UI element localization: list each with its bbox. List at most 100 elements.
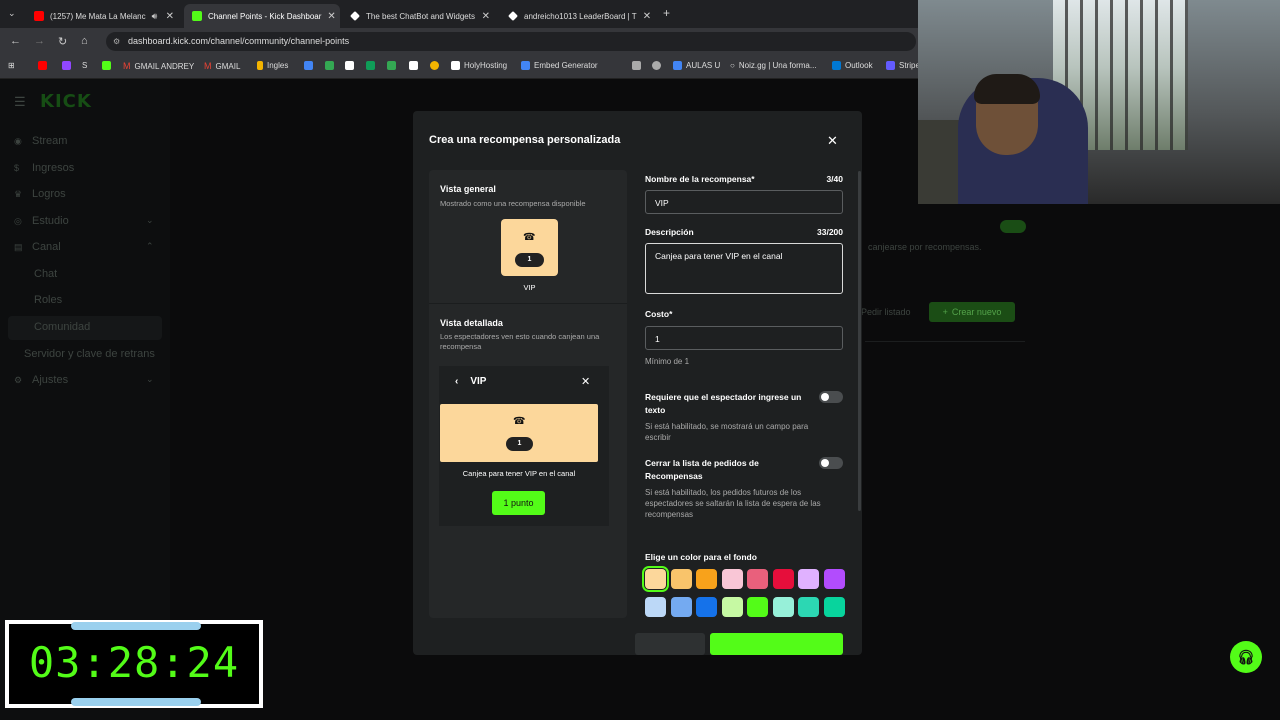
color-swatch[interactable] [696,569,717,589]
bookmark-label: Noiz.gg | Una forma... [738,61,817,70]
outlook-icon [832,61,841,70]
address-bar-row: ← → ↻ ⌂ ⚙ dashboard.kick.com/channel/com… [0,28,918,55]
bookmark-item[interactable] [409,61,418,70]
tab-kick-dashboard[interactable]: Channel Points - Kick Dashboar ✕ [184,4,340,28]
bookmark-item[interactable] [652,61,661,70]
sidebar-item-canal[interactable]: ▤ Canal [14,241,61,253]
close-tab-icon[interactable]: ✕ [482,11,490,22]
background-text: canjearse por recompensas. [868,242,982,252]
tab-leaderboard[interactable]: andreicho1013 LeaderBoard | T ✕ [500,4,656,28]
cancel-button[interactable] [635,633,705,655]
bookmark-stripe[interactable]: Stripe [886,61,920,70]
sidebar-item-servidor[interactable]: Servidor y clave de retrans [24,348,155,360]
menu-icon[interactable]: ☰ [14,94,26,110]
bookmark-item[interactable] [632,61,641,70]
color-swatch[interactable] [772,569,794,589]
description-textarea[interactable]: Canjea para tener VIP en el canal [645,243,843,294]
color-swatch[interactable] [670,569,692,589]
holyhosting-icon [451,61,460,70]
name-char-count: 3/40 [826,174,843,184]
webcam-overlay [918,0,1280,204]
require-text-toggle[interactable] [819,391,843,403]
bookmark-ingles[interactable]: Ingles [257,61,288,70]
sidebar-item-stream[interactable]: ◉ Stream [14,135,67,147]
home-icon[interactable]: ⌂ [81,35,88,47]
tab-youtube[interactable]: (1257) Me Mata La Melanc 🔊︎ ✕ [26,4,182,28]
bookmark-item[interactable] [62,61,71,70]
bookmark-aulas-u[interactable]: AULAS U [673,61,720,70]
color-swatch[interactable] [696,597,717,617]
reward-preview-panel: Vista general Mostrado como una recompen… [429,170,627,618]
bookmark-gmail-andrey[interactable]: M GMAIL ANDREY [123,61,194,71]
sidebar-item-estudio[interactable]: ◎ Estudio [14,215,69,227]
sidebar-item-roles[interactable]: Roles [34,294,62,306]
bookmark-item[interactable] [430,61,439,70]
color-swatch[interactable] [798,597,819,617]
bookmark-item[interactable] [325,61,334,70]
bookmark-label: GMAIL [215,61,241,71]
bookmark-embed-generator[interactable]: Embed Generator [521,61,598,70]
support-chat-button[interactable]: 🎧︎ [1230,641,1262,673]
tab-botrix[interactable]: The best ChatBot and Widgets ✕ [342,4,498,28]
scrollbar[interactable] [858,171,861,511]
kick-logo[interactable]: KICK [40,91,92,112]
speaker-icon[interactable]: 🔊︎ [152,11,158,22]
bookmark-item[interactable] [304,61,313,70]
bookmark-outlook[interactable]: Outlook [832,61,873,70]
bookmark-item[interactable] [102,61,111,70]
sidebar-item-chat[interactable]: Chat [34,268,57,280]
url-input[interactable]: ⚙ dashboard.kick.com/channel/community/c… [106,32,916,51]
forward-icon[interactable]: → [34,35,45,47]
reward-form: Nombre de la recompensa* 3/40 VIP Descri… [642,170,848,650]
chevron-up-icon[interactable]: ⌃ [146,241,154,252]
tab-search-icon[interactable]: ⌄ [8,8,16,19]
save-button[interactable] [710,633,843,655]
close-icon[interactable]: ✕ [827,133,838,149]
color-swatch[interactable] [772,597,794,617]
bookmark-item[interactable] [345,61,354,70]
close-tab-icon[interactable]: ✕ [643,11,651,22]
color-swatch[interactable] [747,569,768,589]
cost-input[interactable]: 1 [645,326,843,350]
color-swatch[interactable] [645,597,666,617]
bookmark-icon [325,61,334,70]
bookmark-icon [430,61,439,70]
bookmark-noiz[interactable]: ○ Noiz.gg | Una forma... [730,61,817,70]
close-tab-icon[interactable]: ✕ [166,11,174,22]
cost-badge: 1 [515,253,544,267]
bookmark-item[interactable]: S [82,61,87,70]
close-tab-icon[interactable]: ✕ [327,11,335,22]
bookmark-item[interactable] [366,61,375,70]
color-swatch[interactable] [823,569,845,589]
bookmark-icon [673,61,682,70]
sidebar-item-logros[interactable]: ♛ Logros [14,188,66,200]
description-label: Descripción [645,227,694,237]
color-swatch[interactable] [670,597,692,617]
reward-card-detail: ☎ 1 [440,404,598,462]
reload-icon[interactable]: ↻ [58,35,67,48]
sidebar-item-ajustes[interactable]: ⚙ Ajustes [14,374,68,386]
sidebar-item-ingresos[interactable]: $ Ingresos [14,162,74,174]
site-info-icon[interactable]: ⚙ [113,32,120,51]
color-swatch[interactable] [798,569,819,589]
reward-name-input[interactable]: VIP [645,190,843,214]
bookmark-gmail[interactable]: M GMAIL [204,61,240,71]
youtube-icon [38,61,47,70]
color-swatch[interactable] [721,597,743,617]
bookmark-item[interactable] [38,61,47,70]
bookmark-item[interactable] [387,61,396,70]
bookmark-label: Stripe [899,61,920,70]
color-swatch[interactable] [642,566,669,592]
drive-icon [366,61,375,70]
close-queue-toggle[interactable] [819,457,843,469]
color-swatch[interactable] [721,569,743,589]
new-tab-icon[interactable]: + [663,6,670,20]
chevron-down-icon[interactable]: ⌄ [146,374,154,385]
sidebar-item-comunidad[interactable]: Comunidad [34,321,90,333]
apps-icon[interactable]: ⊞ [8,61,15,70]
bookmark-holyhosting[interactable]: HolyHosting [451,61,507,70]
color-swatch[interactable] [747,597,768,617]
chevron-down-icon[interactable]: ⌄ [146,215,154,226]
back-icon[interactable]: ← [10,35,21,47]
color-swatch[interactable] [823,597,845,617]
